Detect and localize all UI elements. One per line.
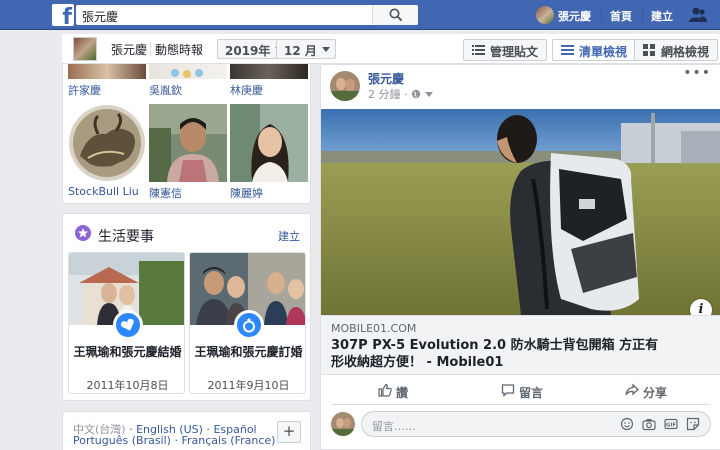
- search-value[interactable]: 張元慶: [82, 8, 118, 25]
- friend-name-link[interactable]: 吳胤欽: [149, 82, 182, 98]
- comment-button[interactable]: 留言: [501, 384, 543, 401]
- list-view-icon: [561, 45, 574, 55]
- thumbs-up-icon: [378, 383, 392, 397]
- bull-coin-image: [69, 105, 145, 181]
- top-navigation-bar: f 張元慶 張元慶 首頁 建立: [0, 0, 720, 30]
- friend-photo[interactable]: [230, 64, 308, 79]
- grid-view-icon: [643, 44, 655, 56]
- home-link[interactable]: 首頁: [610, 8, 632, 24]
- heart-badge-icon: [113, 310, 143, 340]
- search-input[interactable]: 張元慶: [76, 5, 418, 25]
- search-icon: [389, 8, 403, 22]
- link-preview-image[interactable]: [321, 109, 720, 315]
- event-title: 王珮瑜和張元慶結婚: [73, 345, 182, 359]
- search-button[interactable]: [372, 5, 418, 25]
- divider: [150, 42, 151, 56]
- link-title[interactable]: 307P PX-5 Evolution 2.0 防水騎士背包開箱 方正有形收納超…: [331, 337, 671, 371]
- profile-name-link[interactable]: 張元慶: [111, 41, 147, 58]
- language-card: 中文(台灣) · English (US) · Español Portuguê…: [62, 411, 311, 450]
- manage-posts-icon: [472, 45, 485, 55]
- user-profile-link[interactable]: 張元慶: [558, 8, 591, 24]
- more-languages-button[interactable]: +: [277, 421, 301, 443]
- friend-photo[interactable]: [230, 104, 308, 182]
- divider: [642, 9, 643, 21]
- event-date: 2011年10月8日: [86, 379, 169, 392]
- friend-name-link[interactable]: 陳麗婷: [230, 185, 263, 201]
- language-link[interactable]: Français (France): [181, 434, 275, 447]
- comment-icon: [501, 384, 515, 397]
- gif-icon[interactable]: GIF: [664, 417, 678, 431]
- svg-text:GIF: GIF: [666, 423, 677, 429]
- post-actions-bar: 讚 留言 分享: [331, 377, 711, 405]
- grid-view-button[interactable]: 網格檢視: [634, 39, 719, 61]
- manage-posts-button[interactable]: 管理貼文: [463, 39, 548, 61]
- post-time-text[interactable]: 2 分鐘: [368, 88, 401, 101]
- life-events-title: 生活要事: [98, 229, 154, 245]
- life-event-item[interactable]: 王珮瑜和張元慶訂婚 2011年9月10日: [189, 252, 306, 394]
- friend-photo[interactable]: [149, 104, 227, 182]
- list-view-button[interactable]: 清單檢視: [552, 39, 637, 61]
- friends-card: 許家慶 吳胤欽 林庚慶 StockBull Liu 陳憲信 陳麗婷: [62, 64, 311, 204]
- post-author-avatar[interactable]: [330, 71, 360, 101]
- language-row: Português (Brasil) · Français (France): [73, 434, 276, 447]
- photo-detail: [171, 69, 203, 78]
- globe-icon[interactable]: [411, 89, 421, 99]
- post-timestamp: 2 分鐘 ·: [368, 86, 433, 102]
- friend-name-link[interactable]: 陳憲信: [149, 185, 182, 201]
- create-link[interactable]: 建立: [651, 8, 673, 24]
- man-portrait-image: [149, 104, 227, 182]
- backpack-photo: [321, 109, 720, 315]
- event-date: 2011年9月10日: [207, 379, 290, 392]
- timeline-navigation-bar: 張元慶 動態時報 2019年 12 月 管理貼文 清單檢視 網格檢視: [62, 34, 720, 64]
- share-icon: [625, 383, 639, 396]
- month-select[interactable]: 12 月: [276, 39, 336, 59]
- woman-portrait-image: [230, 104, 308, 182]
- share-button[interactable]: 分享: [625, 383, 667, 401]
- post-author-name[interactable]: 張元慶: [368, 70, 404, 87]
- comment-placeholder: 留言……: [372, 420, 416, 433]
- profile-thumbnail[interactable]: [73, 37, 97, 61]
- friend-photo[interactable]: [68, 104, 146, 182]
- sticker-icon[interactable]: [686, 417, 700, 431]
- commenter-avatar: [331, 412, 355, 436]
- ring-badge-icon: [234, 310, 264, 340]
- camera-icon[interactable]: [642, 417, 656, 431]
- star-icon: [75, 225, 91, 241]
- link-domain: MOBILE01.COM: [331, 322, 417, 335]
- friend-requests-icon[interactable]: [689, 6, 707, 24]
- timeline-post: 張元慶 2 分鐘 · ••• i MOBILE01.COM 307P PX-5 …: [320, 64, 720, 450]
- life-event-item[interactable]: 王珮瑜和張元慶結婚 2011年10月8日: [68, 252, 185, 394]
- chevron-down-icon: [321, 47, 330, 52]
- link-preview-box[interactable]: MOBILE01.COM 307P PX-5 Evolution 2.0 防水騎…: [321, 315, 720, 375]
- friend-photo[interactable]: [149, 64, 227, 79]
- friend-photo[interactable]: [68, 64, 146, 79]
- emoji-icon[interactable]: [620, 417, 634, 431]
- event-title: 王珮瑜和張元慶訂婚: [194, 345, 303, 359]
- facebook-logo[interactable]: f: [52, 4, 74, 26]
- friend-name-link[interactable]: StockBull Liu: [68, 185, 139, 198]
- language-link[interactable]: Português (Brasil): [73, 434, 171, 447]
- user-avatar[interactable]: [536, 6, 554, 24]
- divider: [601, 9, 602, 21]
- create-life-event-link[interactable]: 建立: [278, 228, 300, 244]
- like-button[interactable]: 讚: [378, 383, 408, 401]
- post-options-button[interactable]: •••: [683, 65, 711, 81]
- chevron-down-icon[interactable]: [424, 92, 433, 98]
- timeline-link[interactable]: 動態時報: [155, 41, 203, 58]
- comment-input[interactable]: 留言…… GIF: [361, 411, 711, 437]
- friend-name-link[interactable]: 許家慶: [68, 82, 101, 98]
- friend-name-link[interactable]: 林庚慶: [230, 82, 263, 98]
- life-events-card: 生活要事 建立 王珮瑜和張元慶結婚 2011年10月8日 王珮瑜和張元慶訂婚 2…: [62, 213, 311, 401]
